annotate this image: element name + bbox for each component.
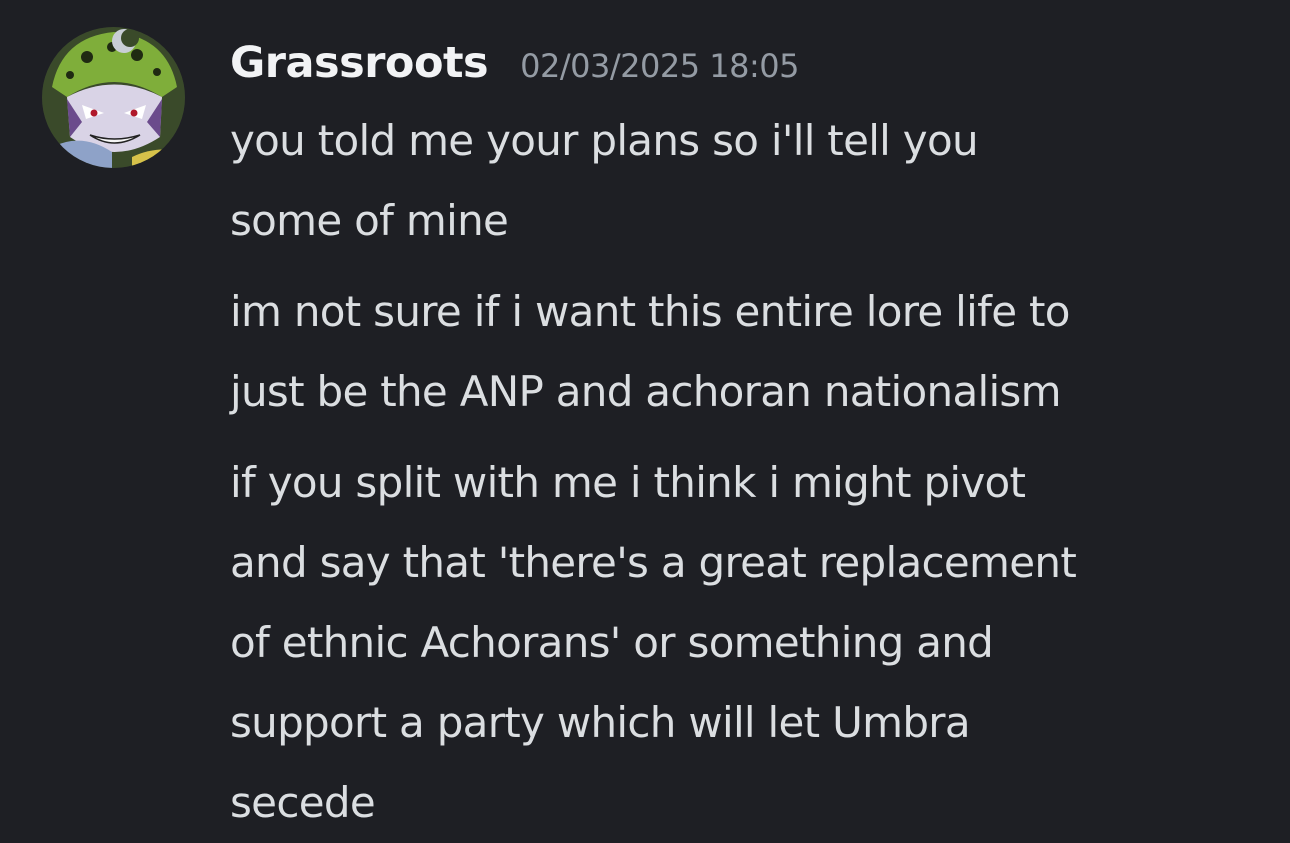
message-text-line: im not sure if i want this entire lore l… [230,287,1070,336]
message-text-line: just be the ANP and achoran nationalism [230,367,1062,416]
message-list: you told me your plans so i'll tell you … [230,101,1280,843]
cartoon-character-avatar-icon [42,27,185,168]
message-group: Grassroots 02/03/2025 18:05 you told me … [0,0,1290,843]
message-text-line: support a party which will let Umbra [230,698,971,747]
username[interactable]: Grassroots [230,38,489,88]
message-text-line: secede [230,778,376,827]
message-item[interactable]: if you split with me i think i might piv… [230,443,1280,843]
message-text-line: and say that 'there's a great replacemen… [230,538,1077,587]
timestamp[interactable]: 02/03/2025 18:05 [520,47,799,85]
avatar[interactable] [42,27,185,168]
message-item[interactable]: im not sure if i want this entire lore l… [230,272,1280,432]
message-text-line: some of mine [230,196,509,245]
message-text-line: you told me your plans so i'll tell you [230,116,979,165]
message-header: Grassroots 02/03/2025 18:05 [230,38,799,88]
message-text-line: of ethnic Achorans' or something and [230,618,994,667]
message-item[interactable]: you told me your plans so i'll tell you … [230,101,1280,261]
message-text-line: if you split with me i think i might piv… [230,458,1026,507]
